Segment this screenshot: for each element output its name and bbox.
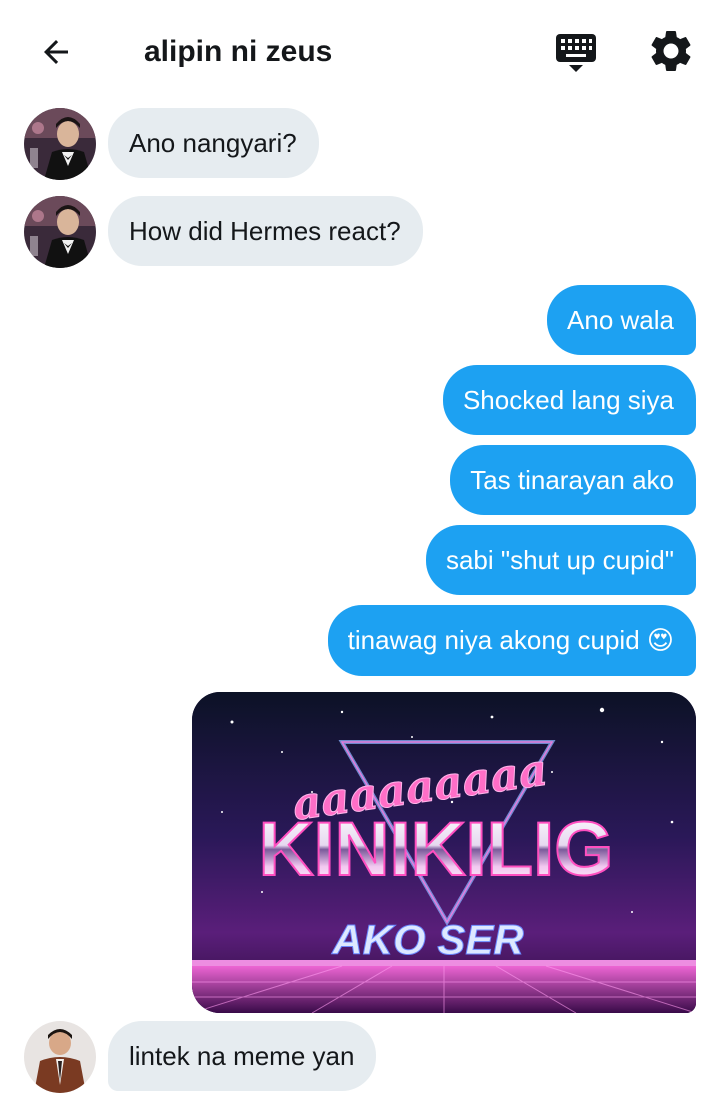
- meme-line-2: KINIKILIG: [259, 807, 614, 892]
- message-text: How did Hermes react?: [129, 216, 401, 246]
- message-text: Ano nangyari?: [129, 128, 297, 158]
- keyboard-button[interactable]: [552, 28, 600, 76]
- keyboard-icon: [556, 34, 596, 72]
- message-text: sabi "shut up cupid": [445, 545, 674, 575]
- message-text: tinawag niya akong cupid: [347, 625, 640, 655]
- gear-icon: [651, 30, 691, 72]
- message-incoming[interactable]: How did Hermes react?: [108, 196, 423, 266]
- heart-eyes-emoji: 😍: [646, 626, 674, 656]
- arrow-left-icon: [44, 40, 68, 64]
- message-text: lintek na meme yan: [129, 1041, 355, 1071]
- message-outgoing[interactable]: sabi "shut up cupid": [425, 525, 696, 595]
- message-incoming[interactable]: Ano nangyari?: [108, 108, 319, 178]
- message-text: Tas tinarayan ako: [470, 465, 674, 495]
- message-outgoing[interactable]: Shocked lang siya: [442, 365, 696, 435]
- meme-line-3: AKO SER: [331, 916, 524, 963]
- conversation-header: alipin ni zeus: [0, 0, 720, 100]
- meme-image-message[interactable]: aaaaaaaaa KINIKILIG AKO SER: [192, 692, 696, 1013]
- meme-image: aaaaaaaaa KINIKILIG AKO SER: [192, 692, 696, 1013]
- avatar[interactable]: [24, 196, 96, 268]
- message-text: Ano wala: [567, 305, 674, 335]
- avatar[interactable]: [24, 108, 96, 180]
- message-outgoing[interactable]: Tas tinarayan ako: [450, 445, 696, 515]
- message-outgoing[interactable]: tinawag niya akong cupid 😍: [327, 605, 696, 676]
- message-incoming[interactable]: lintek na meme yan: [108, 1021, 377, 1091]
- message-text: Shocked lang siya: [462, 385, 674, 415]
- avatar[interactable]: [24, 1021, 96, 1093]
- back-button[interactable]: [30, 28, 82, 76]
- settings-button[interactable]: [646, 26, 696, 76]
- message-outgoing[interactable]: Ano wala: [547, 285, 696, 355]
- conversation-title: alipin ni zeus: [144, 35, 333, 68]
